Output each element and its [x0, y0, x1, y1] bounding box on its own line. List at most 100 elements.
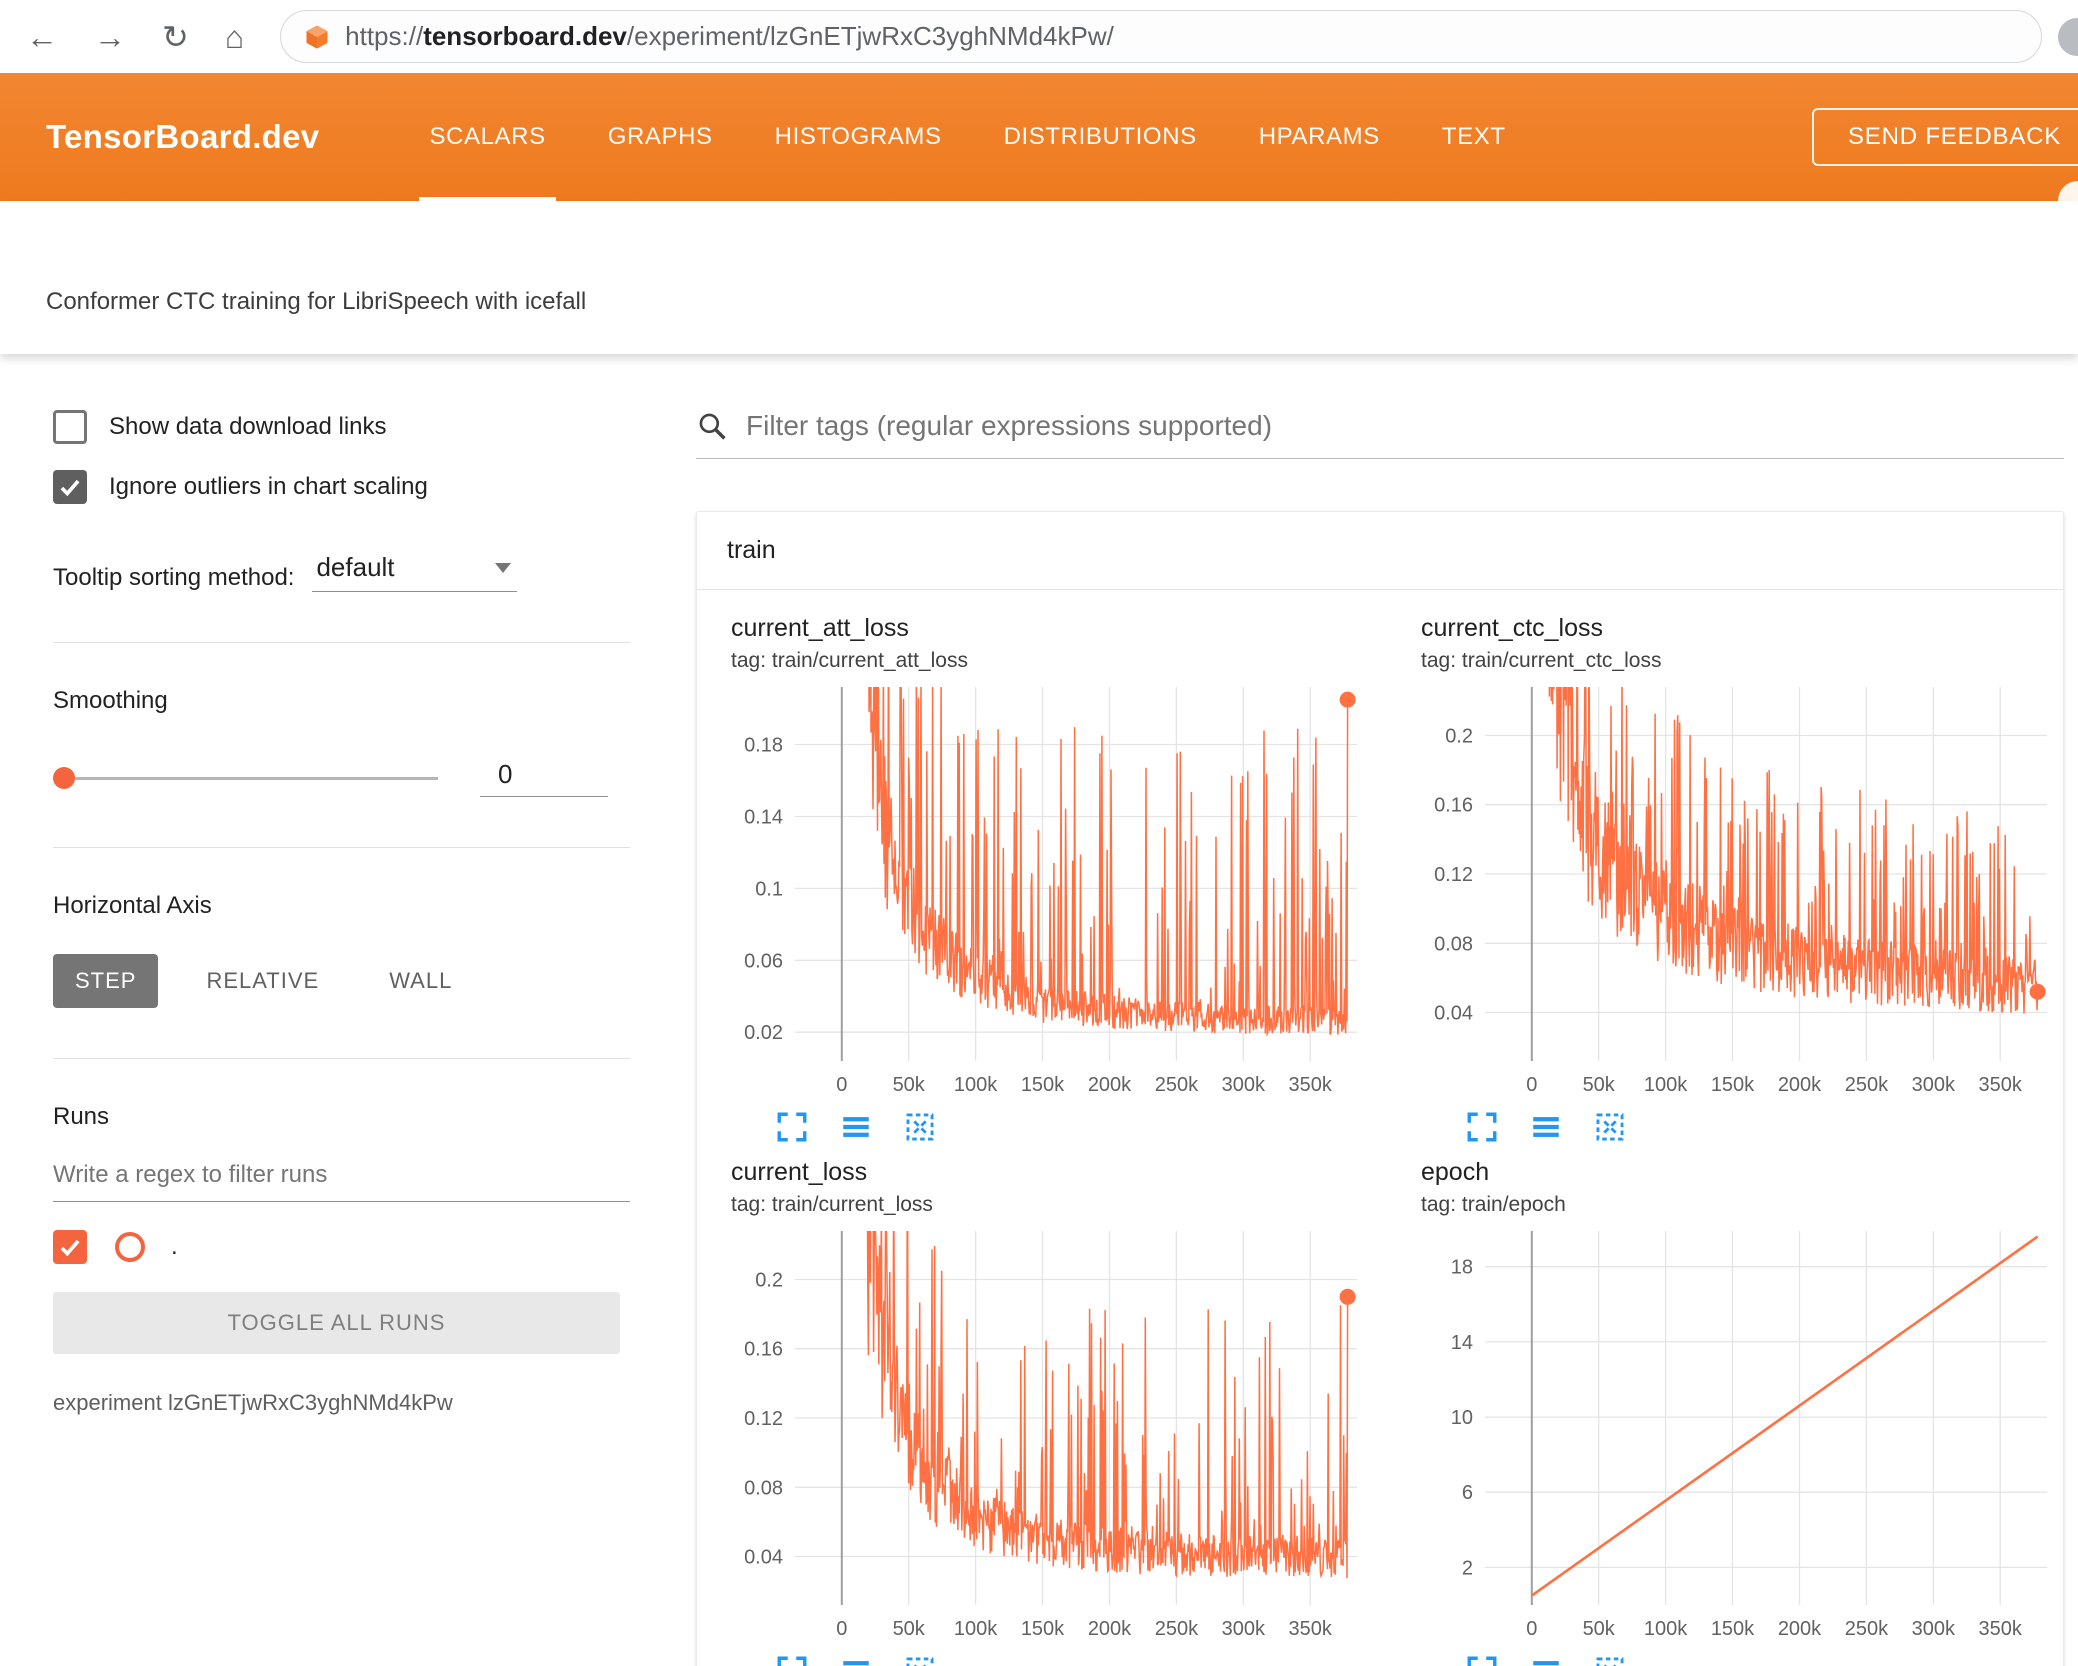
axis-step-button[interactable]: STEP	[53, 954, 159, 1008]
svg-text:50k: 50k	[893, 1074, 926, 1096]
fullscreen-icon[interactable]	[775, 1110, 809, 1144]
chart-plot-area[interactable]: 2 6 10 14 18 0 50k 100k 150k 200k 250k 300k 350k	[1421, 1223, 2061, 1648]
svg-text:18: 18	[1451, 1257, 1473, 1279]
svg-text:300k: 300k	[1222, 1074, 1266, 1096]
tag-filter-row	[696, 410, 2064, 459]
run-checkbox-checked-icon[interactable]	[53, 1230, 87, 1264]
search-icon	[696, 410, 728, 442]
svg-text:0.06: 0.06	[744, 950, 783, 972]
tooltip-sorting-value: default	[316, 552, 395, 582]
svg-text:14: 14	[1451, 1332, 1473, 1354]
svg-text:2: 2	[1462, 1557, 1473, 1579]
chart-current-att-loss: current_att_loss tag: train/current_att_…	[709, 614, 1393, 1144]
fullscreen-icon[interactable]	[1465, 1654, 1499, 1666]
data-series-icon[interactable]	[1529, 1654, 1563, 1666]
checkbox-label: Ignore outliers in chart scaling	[109, 473, 428, 500]
divider	[53, 1058, 630, 1059]
divider	[53, 642, 630, 643]
svg-text:150k: 150k	[1021, 1618, 1065, 1640]
tab-scalars[interactable]: SCALARS	[419, 73, 556, 201]
smoothing-value-field[interactable]: 0	[480, 759, 608, 797]
runs-label: Runs	[53, 1103, 110, 1130]
send-feedback-button[interactable]: SEND FEEDBACK	[1812, 108, 2078, 166]
fullscreen-icon[interactable]	[775, 1654, 809, 1666]
svg-text:0: 0	[836, 1074, 847, 1096]
tab-text[interactable]: TEXT	[1442, 73, 1506, 201]
settings-sidebar: Show data download links Ignore outliers…	[0, 354, 660, 1666]
browser-profile-avatar[interactable]	[2058, 18, 2078, 56]
home-icon[interactable]: ⌂	[225, 21, 244, 53]
fit-domain-icon[interactable]	[903, 1110, 937, 1144]
checkbox-checked-icon[interactable]	[53, 470, 87, 504]
fit-domain-icon[interactable]	[1593, 1654, 1627, 1666]
svg-text:0.14: 0.14	[744, 807, 783, 829]
svg-text:6: 6	[1462, 1482, 1473, 1504]
smoothing-label: Smoothing	[53, 687, 168, 714]
svg-text:0.18: 0.18	[744, 735, 783, 757]
svg-text:0: 0	[1526, 1618, 1537, 1640]
svg-text:0.12: 0.12	[744, 1408, 783, 1430]
chart-plot-area[interactable]: 0.04 0.08 0.12 0.16 0.2 0 50k 100k 150k 200k 250k 3…	[1421, 679, 2061, 1104]
fit-domain-icon[interactable]	[903, 1654, 937, 1666]
svg-text:200k: 200k	[1778, 1074, 1822, 1096]
chart-title: current_ctc_loss	[1421, 614, 1604, 642]
chart-plot-area[interactable]: 0.02 0.06 0.1 0.14 0.18 0 50k 100k 150k 200k 250k 3…	[731, 679, 1371, 1104]
toggle-all-runs-button[interactable]: TOGGLE ALL RUNS	[53, 1292, 620, 1354]
chart-epoch: epoch tag: train/epoch 2 6 10 14 18 0 50k 100k 1…	[1399, 1158, 2078, 1666]
chart-tag: tag: train/current_ctc_loss	[1421, 649, 1662, 672]
tab-hparams[interactable]: HPARAMS	[1259, 73, 1380, 201]
tooltip-sorting-select[interactable]: default	[312, 552, 518, 592]
svg-text:50k: 50k	[893, 1618, 926, 1640]
chart-toolbar	[1421, 1654, 2061, 1666]
svg-text:100k: 100k	[1644, 1618, 1688, 1640]
tag-filter-input[interactable]	[746, 410, 2064, 442]
main-panel: train current_att_loss tag: train/curren…	[660, 354, 2078, 1666]
back-icon[interactable]: ←	[26, 21, 58, 53]
checkbox-label: Show data download links	[109, 413, 387, 440]
address-bar[interactable]: https://tensorboard.dev/experiment/lzGnE…	[280, 10, 2043, 63]
chart-tag: tag: train/current_loss	[731, 1193, 933, 1216]
slider-track[interactable]	[53, 777, 438, 780]
svg-text:200k: 200k	[1778, 1618, 1822, 1640]
divider	[53, 847, 630, 848]
fullscreen-icon[interactable]	[1465, 1110, 1499, 1144]
data-series-icon[interactable]	[839, 1110, 873, 1144]
svg-text:300k: 300k	[1222, 1618, 1266, 1640]
horizontal-axis-label: Horizontal Axis	[53, 892, 212, 919]
svg-text:250k: 250k	[1845, 1618, 1889, 1640]
svg-text:0.2: 0.2	[1445, 726, 1473, 748]
train-section-header[interactable]: train	[697, 512, 2063, 590]
slider-knob[interactable]	[53, 767, 75, 789]
svg-text:0.16: 0.16	[744, 1339, 783, 1361]
tab-graphs[interactable]: GRAPHS	[608, 73, 713, 201]
chart-title: current_att_loss	[731, 614, 909, 642]
svg-text:50k: 50k	[1583, 1074, 1616, 1096]
svg-text:0: 0	[1526, 1074, 1537, 1096]
experiment-title: Conformer CTC training for LibriSpeech w…	[46, 288, 587, 315]
svg-text:300k: 300k	[1912, 1618, 1956, 1640]
ignore-outliers-checkbox[interactable]: Ignore outliers in chart scaling	[53, 470, 630, 504]
svg-text:0.1: 0.1	[755, 878, 783, 900]
checkbox-unchecked-icon[interactable]	[53, 410, 87, 444]
data-series-icon[interactable]	[1529, 1110, 1563, 1144]
data-series-icon[interactable]	[839, 1654, 873, 1666]
svg-text:100k: 100k	[954, 1618, 998, 1640]
run-color-ring-icon[interactable]	[115, 1232, 145, 1262]
forward-icon[interactable]: →	[94, 21, 126, 53]
chart-tag: tag: train/current_att_loss	[731, 649, 968, 672]
chart-toolbar	[731, 1110, 1371, 1144]
chart-plot-area[interactable]: 0.04 0.08 0.12 0.16 0.2 0 50k 100k 150k 200k 250k 3…	[731, 1223, 1371, 1648]
axis-wall-button[interactable]: WALL	[367, 954, 474, 1008]
tab-histograms[interactable]: HISTOGRAMS	[775, 73, 942, 201]
runs-filter-input[interactable]	[53, 1161, 630, 1202]
svg-text:200k: 200k	[1088, 1074, 1132, 1096]
svg-text:10: 10	[1451, 1407, 1473, 1429]
axis-relative-button[interactable]: RELATIVE	[184, 954, 341, 1008]
fit-domain-icon[interactable]	[1593, 1110, 1627, 1144]
tab-distributions[interactable]: DISTRIBUTIONS	[1004, 73, 1197, 201]
smoothing-slider[interactable]	[53, 767, 438, 789]
chart-title: epoch	[1421, 1158, 1490, 1186]
reload-icon[interactable]: ↻	[162, 21, 189, 53]
show-download-links-checkbox[interactable]: Show data download links	[53, 410, 630, 444]
svg-text:350k: 350k	[1979, 1074, 2023, 1096]
